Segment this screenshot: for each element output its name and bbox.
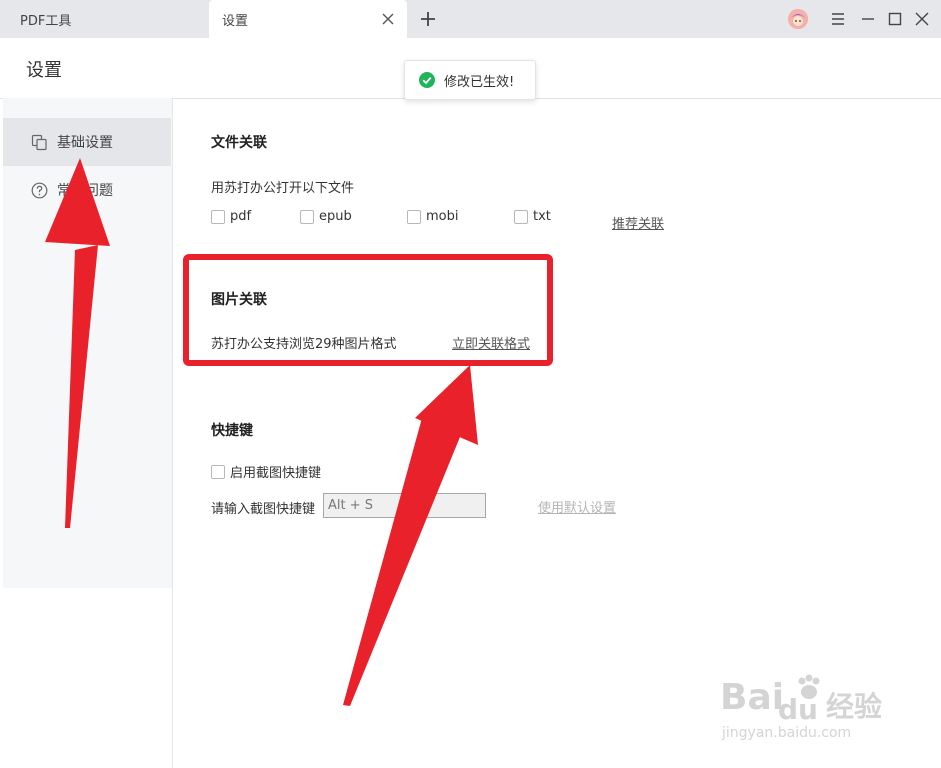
file-association-description: 用苏打办公打开以下文件 (211, 181, 355, 196)
sidebar-item-basic-settings[interactable]: 基础设置 (3, 118, 171, 166)
sidebar-item-label: 基础设置 (57, 135, 113, 151)
page-title: 设置 (26, 60, 62, 81)
avatar-icon (788, 9, 808, 29)
close-window-icon[interactable] (912, 9, 932, 29)
checkbox-txt[interactable]: txt (514, 209, 551, 224)
tab-label: PDF工具 (20, 13, 72, 29)
close-icon[interactable] (379, 10, 397, 28)
watermark-cn: 经验 (826, 690, 883, 723)
checkbox-box[interactable] (407, 209, 421, 224)
copy-icon (31, 134, 47, 150)
tab-pdf-tools[interactable]: PDF工具 (0, 0, 205, 38)
checkbox-label: epub (319, 209, 352, 224)
file-association-title: 文件关联 (211, 135, 267, 151)
sidebar-item-faq[interactable]: 常见问题 (3, 166, 171, 214)
toast-message: 修改已生效! (444, 74, 515, 90)
recommend-association-link[interactable]: 推荐关联 (612, 213, 664, 232)
sidebar-item-label: 常见问题 (57, 183, 113, 199)
arrow-up-content (343, 365, 478, 706)
minimize-icon[interactable] (858, 9, 878, 29)
maximize-icon[interactable] (885, 9, 905, 29)
shortcut-title: 快捷键 (211, 423, 253, 439)
sidebar-bottom (3, 588, 172, 768)
checkbox-box[interactable] (514, 209, 528, 224)
checkbox-box[interactable] (211, 464, 225, 479)
title-bar: PDF工具 设置 (0, 0, 941, 38)
plus-icon[interactable] (418, 9, 438, 29)
checkbox-label: mobi (426, 209, 459, 224)
tab-settings[interactable]: 设置 (209, 0, 407, 38)
checkbox-box[interactable] (211, 209, 225, 224)
success-toast: 修改已生效! (404, 60, 536, 100)
shortcut-input-label: 请输入截图快捷键 (211, 502, 316, 517)
checkbox-epub[interactable]: epub (300, 209, 352, 224)
menu-icon[interactable] (828, 9, 848, 29)
use-default-settings-link[interactable]: 使用默认设置 (538, 497, 616, 516)
checkbox-box[interactable] (300, 209, 314, 224)
checkbox-label: 启用截图快捷键 (230, 466, 322, 481)
checkbox-enable-screenshot-shortcut[interactable]: 启用截图快捷键 (211, 462, 321, 481)
highlight-box (183, 254, 553, 366)
watermark-brand-2: du (778, 693, 818, 726)
baidu-watermark: Bai du 经验 jingyan.baidu.com (720, 665, 900, 745)
watermark-url: jingyan.baidu.com (722, 725, 852, 741)
checkbox-label: pdf (230, 209, 252, 224)
watermark-brand: Bai (720, 677, 785, 718)
screenshot-shortcut-input[interactable] (323, 493, 486, 518)
checkbox-label: txt (533, 209, 551, 224)
checkbox-pdf[interactable]: pdf (211, 209, 251, 224)
tab-label: 设置 (222, 13, 249, 29)
help-circle-icon (31, 182, 48, 198)
avatar[interactable] (788, 9, 808, 29)
check-circle-icon (419, 72, 435, 88)
checkbox-mobi[interactable]: mobi (407, 209, 458, 224)
